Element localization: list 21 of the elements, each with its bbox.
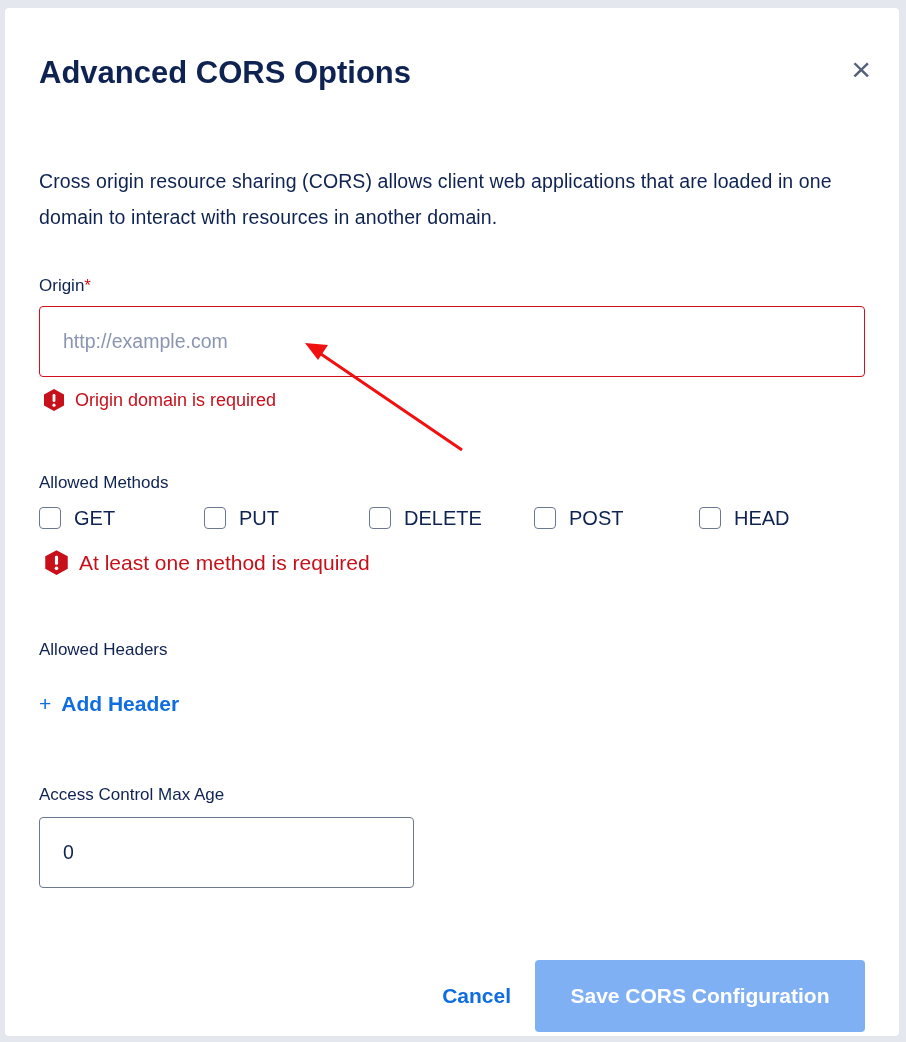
input-field[interactable]: 0 (39, 817, 414, 889)
method-checkbox[interactable]: PUT (204, 503, 369, 534)
error-message: At least one method is required (79, 550, 370, 577)
error-icon (44, 549, 69, 577)
method-checkbox[interactable]: DELETE (369, 503, 534, 534)
method-checkbox[interactable]: HEAD (699, 503, 864, 534)
section-label: Allowed Methods (39, 471, 170, 494)
input-field[interactable]: http://example.com (39, 305, 865, 377)
close-button[interactable]: × (849, 52, 873, 86)
field-label: Origin (39, 276, 85, 296)
method-checkbox[interactable]: POST (534, 503, 699, 534)
cancel-button[interactable]: Cancel (442, 980, 511, 1012)
method-checkbox[interactable]: GET (39, 503, 204, 534)
error-message: Origin domain is required (75, 388, 277, 412)
add-header-link[interactable]: + Add Header (39, 688, 180, 720)
dialog-title: Advanced CORS Options (39, 54, 412, 92)
field-label: Access Control Max Age (39, 783, 226, 806)
required-mark: * (84, 276, 91, 296)
description-text: Cross origin resource sharing (CORS) allows client web applications that are loaded in one domain to interact with resources in another domain. (39, 169, 833, 231)
error-icon (43, 388, 65, 413)
section-label: Allowed Headers (39, 638, 169, 661)
